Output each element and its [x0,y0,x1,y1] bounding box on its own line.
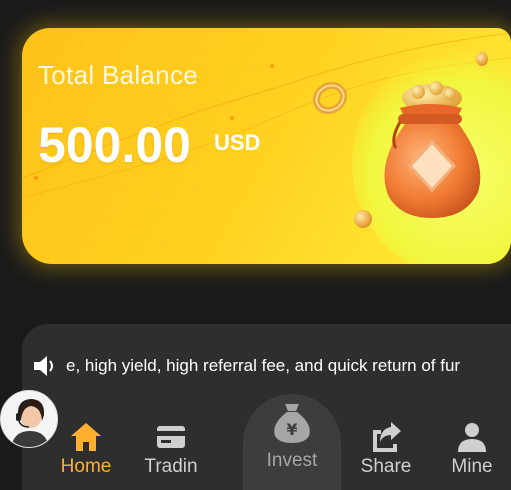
notice-marquee-text: e, high yield, high referral fee, and qu… [66,356,461,375]
nav-invest-label: Invest [266,450,318,471]
trading-card-icon [157,426,185,448]
nav-home-label: Home [60,456,112,477]
nav-share[interactable]: Share [356,420,416,478]
speaker-icon [34,356,53,376]
share-icon [373,422,401,452]
nav-share-label: Share [360,456,412,477]
support-avatar[interactable] [0,390,58,448]
balance-label: Total Balance [38,60,199,90]
money-bag-icon [384,81,481,218]
coin-ring-icon [312,81,348,115]
user-icon [458,423,486,452]
balance-currency: USD [214,130,261,155]
coin-icon [476,52,488,66]
support-agent-icon [1,391,57,447]
svg-text:¥: ¥ [286,420,297,439]
nav-mine[interactable]: Mine [442,420,502,478]
nav-invest[interactable]: ¥ Invest [243,400,341,472]
home-icon [71,423,101,451]
nav-trading[interactable]: Tradin [140,420,202,478]
balance-amount: 500.00 [38,117,191,173]
nav-home[interactable]: Home [56,420,116,478]
nav-trading-label: Tradin [144,456,198,477]
nav-mine-label: Mine [451,456,493,477]
money-bag-icon: ¥ [274,404,310,443]
